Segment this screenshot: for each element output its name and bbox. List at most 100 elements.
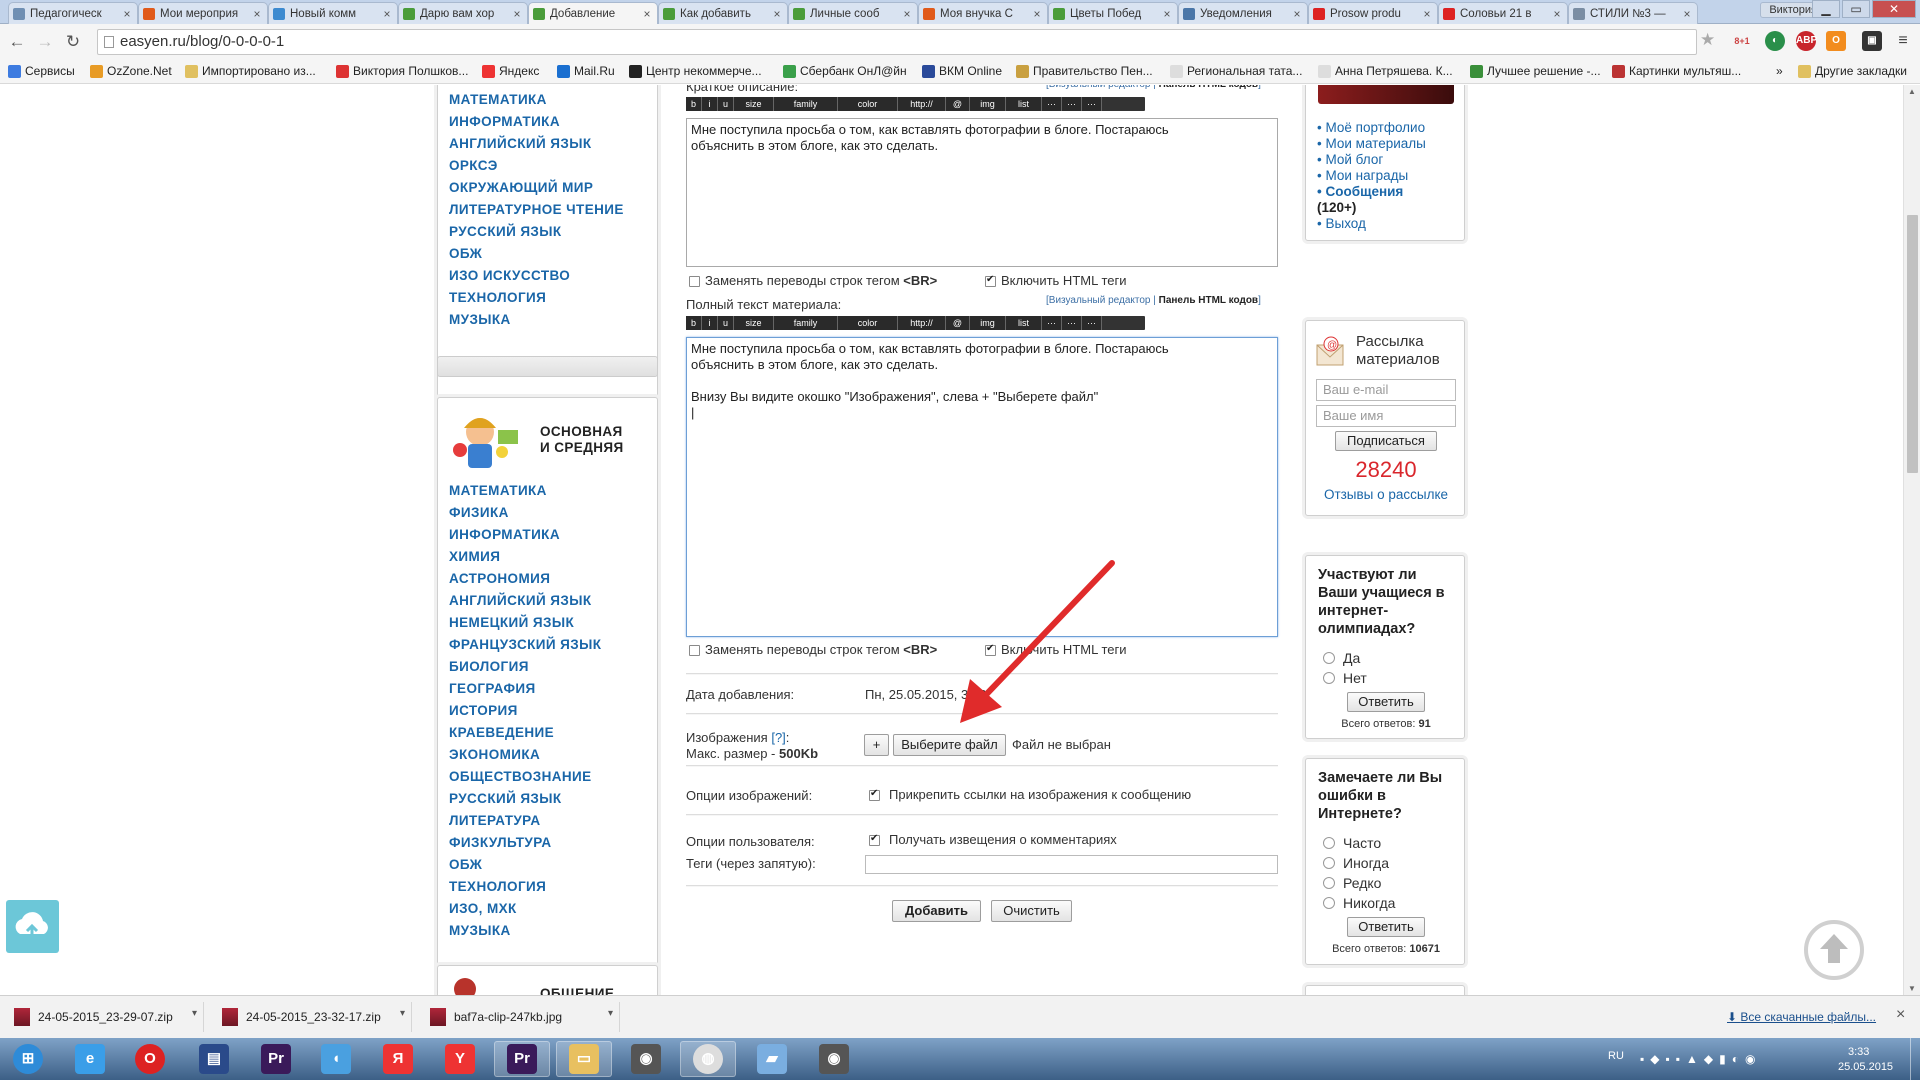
url-field[interactable]: easyen.ru/blog/0-0-0-0-1 xyxy=(97,29,1697,55)
tags-input[interactable] xyxy=(865,855,1278,874)
browser-tab[interactable]: Мои мероприя × xyxy=(138,2,268,24)
subject-link[interactable]: ОБЖ xyxy=(449,857,482,872)
download-menu-icon[interactable]: ▾ xyxy=(608,1008,613,1019)
page-scrollbar[interactable]: ▲ ▼ xyxy=(1903,85,1920,995)
close-downloads-icon[interactable]: × xyxy=(1896,1006,1905,1024)
clock-time[interactable]: 3:33 xyxy=(1848,1046,1869,1058)
taskbar-yandex-icon[interactable]: Я xyxy=(370,1041,426,1077)
close-tab-icon[interactable]: × xyxy=(901,7,913,21)
taskbar-camera-icon[interactable]: ◉ xyxy=(806,1041,862,1077)
toolbar-button[interactable]: i xyxy=(702,97,718,111)
clock-date[interactable]: 25.05.2015 xyxy=(1838,1061,1893,1073)
toolbar-button[interactable]: img xyxy=(970,97,1006,111)
account-link[interactable]: • Мои награды xyxy=(1317,168,1408,183)
toolbar-button[interactable]: color xyxy=(838,97,898,111)
maximize-button[interactable]: ▭ xyxy=(1842,0,1870,18)
poll-option-radio[interactable] xyxy=(1323,837,1335,849)
toolbar-button[interactable]: ··· xyxy=(1082,316,1102,330)
toolbar-button[interactable]: @ xyxy=(946,316,970,330)
replace-br-checkbox-2[interactable] xyxy=(689,645,700,656)
enable-html-checkbox[interactable] xyxy=(985,274,996,287)
toolbar-button[interactable]: list xyxy=(1006,316,1042,330)
browser-tab[interactable]: Уведомления × xyxy=(1178,2,1308,24)
extension-green-icon[interactable]: ◐ xyxy=(1765,31,1785,51)
language-indicator[interactable]: RU xyxy=(1608,1050,1624,1062)
toolbar-button[interactable]: http:// xyxy=(898,316,946,330)
subject-link[interactable]: АСТРОНОМИЯ xyxy=(449,571,550,586)
bookmark-item[interactable]: Виктория Полшков... xyxy=(336,64,468,78)
logout-link[interactable]: • Выход xyxy=(1317,216,1366,231)
subject-link[interactable]: МУЗЫКА xyxy=(449,923,511,938)
subject-link[interactable]: ИНФОРМАТИКА xyxy=(449,114,560,129)
bookmark-star-icon[interactable]: ★ xyxy=(1700,30,1715,50)
subject-link[interactable]: ИЗО ИСКУССТВО xyxy=(449,268,570,283)
choose-file-button[interactable]: Выберите файл xyxy=(893,734,1006,756)
toolbar-button[interactable]: color xyxy=(838,316,898,330)
poll-option-radio[interactable] xyxy=(1323,897,1335,909)
forward-button[interactable]: → xyxy=(34,31,56,53)
bookmark-item[interactable]: Яндекс xyxy=(482,64,539,78)
subject-link[interactable]: ФИЗИКА xyxy=(449,505,509,520)
replace-br-checkbox[interactable] xyxy=(689,276,700,287)
browser-tab[interactable]: Prosow produ × xyxy=(1308,2,1438,24)
toolbar-button[interactable]: ··· xyxy=(1062,316,1082,330)
toolbar-button[interactable]: ··· xyxy=(1082,97,1102,111)
poll-option-radio[interactable] xyxy=(1323,652,1335,664)
toolbar-button[interactable]: b xyxy=(686,97,702,111)
bookmark-item[interactable]: Лучшее решение -... xyxy=(1470,64,1601,78)
toolbar-button[interactable]: size xyxy=(734,316,774,330)
toolbar-button[interactable]: size xyxy=(734,97,774,111)
minimize-button[interactable]: ▁ xyxy=(1812,0,1840,18)
all-downloads-link[interactable]: ⬇ Все скачанные файлы... xyxy=(1727,1010,1876,1024)
bookmark-item[interactable]: Анна Петряшева. К... xyxy=(1318,64,1453,78)
reload-button[interactable]: ↻ xyxy=(62,31,84,53)
toolbar-button[interactable]: u xyxy=(718,316,734,330)
full-text-editor-link[interactable]: [Визуальный редактор | Панель HTML кодов… xyxy=(1046,295,1261,306)
subject-link[interactable]: ТЕХНОЛОГИЯ xyxy=(449,290,546,305)
more-bookmarks-button[interactable]: » xyxy=(1776,64,1783,78)
scroll-up-arrow-icon[interactable]: ▲ xyxy=(1908,87,1916,96)
close-tab-icon[interactable]: × xyxy=(771,7,783,21)
close-tab-icon[interactable]: × xyxy=(1291,7,1303,21)
close-tab-icon[interactable]: × xyxy=(251,7,263,21)
scroll-down-arrow-icon[interactable]: ▼ xyxy=(1908,984,1916,993)
poll-option-radio[interactable] xyxy=(1323,857,1335,869)
taskbar-ie-icon[interactable]: e xyxy=(62,1041,118,1077)
subject-link[interactable]: АНГЛИЙСКИЙ ЯЗЫК xyxy=(449,136,591,151)
toolbar-button[interactable]: u xyxy=(718,97,734,111)
toolbar-button[interactable]: ··· xyxy=(1042,97,1062,111)
download-item[interactable]: baf7a-clip-247kb.jpg ▾ xyxy=(420,1002,620,1032)
subscribe-button[interactable]: Подписаться xyxy=(1335,431,1437,451)
account-link[interactable]: • Мои материалы xyxy=(1317,136,1426,151)
browser-tab[interactable]: Личные сооб × xyxy=(788,2,918,24)
browser-tab[interactable]: Цветы Побед × xyxy=(1048,2,1178,24)
close-tab-icon[interactable]: × xyxy=(1681,7,1693,21)
notifications-icon[interactable]: ▣ xyxy=(1862,31,1882,51)
poll-submit-button[interactable]: Ответить xyxy=(1347,917,1425,937)
odnoklassniki-icon[interactable]: O xyxy=(1826,31,1846,51)
subject-link[interactable]: ГЕОГРАФИЯ xyxy=(449,681,536,696)
close-tab-icon[interactable]: × xyxy=(641,7,653,21)
taskbar-explorer-icon[interactable]: ▭ xyxy=(556,1041,612,1077)
download-menu-icon[interactable]: ▾ xyxy=(400,1008,405,1019)
browser-tab[interactable]: Дарю вам хор × xyxy=(398,2,528,24)
poll-submit-button[interactable]: Ответить xyxy=(1347,692,1425,712)
clear-button[interactable]: Очистить xyxy=(991,900,1072,922)
images-help-link[interactable]: [?] xyxy=(771,730,785,745)
browser-tab[interactable]: Новый комм × xyxy=(268,2,398,24)
toolbar-button[interactable]: @ xyxy=(946,97,970,111)
toolbar-button[interactable]: family xyxy=(774,316,838,330)
show-desktop-button[interactable] xyxy=(1910,1038,1920,1080)
subject-link[interactable]: ФИЗКУЛЬТУРА xyxy=(449,835,552,850)
adblock-icon[interactable]: ABP xyxy=(1796,31,1817,51)
close-tab-icon[interactable]: × xyxy=(1551,7,1563,21)
toolbar-button[interactable]: ··· xyxy=(1042,316,1062,330)
subject-link[interactable]: ИНФОРМАТИКА xyxy=(449,527,560,542)
taskbar-premiere-icon[interactable]: Pr xyxy=(494,1041,550,1077)
toolbar-button[interactable]: http:// xyxy=(898,97,946,111)
subject-link[interactable]: ИЗО, МХК xyxy=(449,901,517,916)
subject-link[interactable]: ЛИТЕРАТУРНОЕ ЧТЕНИЕ xyxy=(449,202,624,217)
comment-notifications-checkbox[interactable] xyxy=(869,833,880,846)
bookmark-item[interactable]: Правительство Пен... xyxy=(1016,64,1153,78)
scrollbar-thumb[interactable] xyxy=(1907,215,1918,473)
